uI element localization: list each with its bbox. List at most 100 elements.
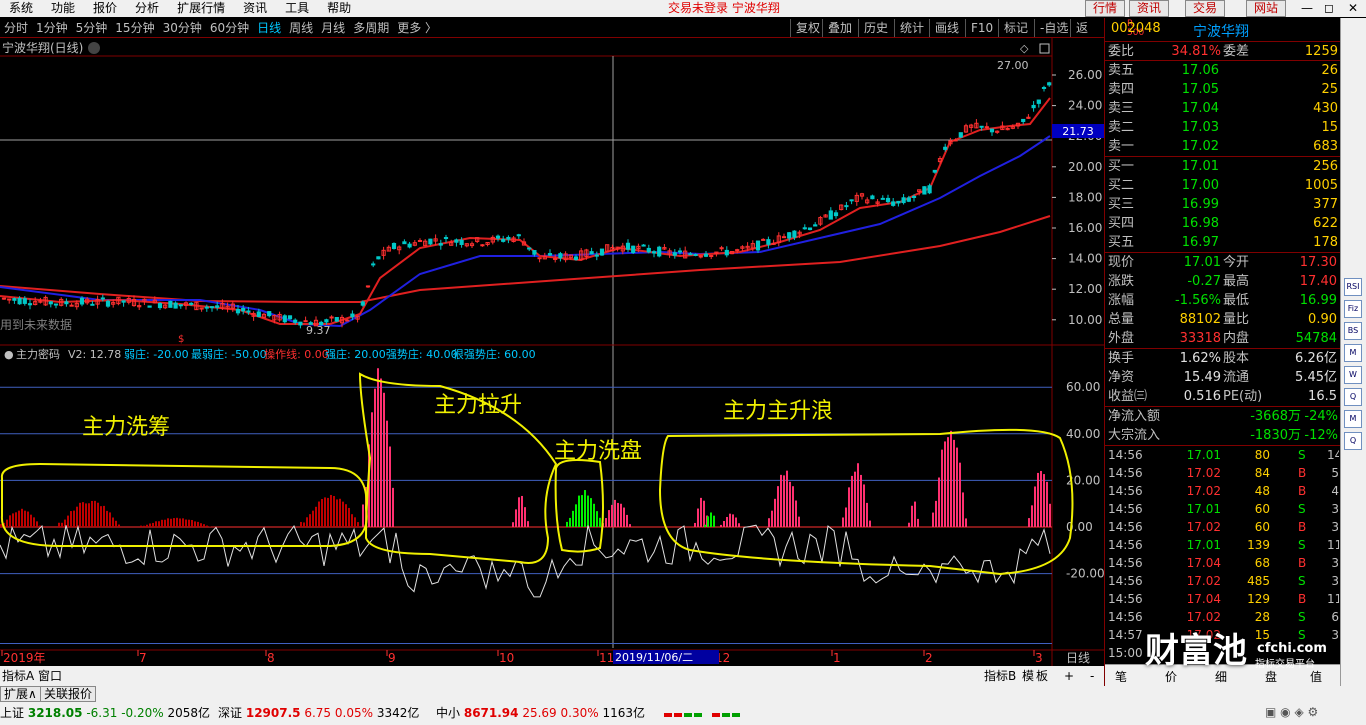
zoom-out-button[interactable]: -	[1090, 669, 1094, 683]
period-tab[interactable]: 更多 〉	[393, 18, 441, 38]
indicator-bar	[36, 521, 38, 527]
indicator-bar	[386, 420, 388, 527]
period-tab[interactable]: 60分钟	[206, 18, 253, 38]
maximize-icon[interactable]: ◻	[1318, 0, 1340, 17]
template-tab[interactable]: 模	[1022, 669, 1034, 683]
tool-button[interactable]: -自选	[1034, 19, 1073, 37]
candle-body	[267, 311, 272, 317]
indicator-name: 主力密码	[16, 347, 60, 361]
indicator-bar	[713, 515, 715, 527]
indicator-bar	[866, 502, 868, 527]
info-button[interactable]: 资讯	[1129, 0, 1169, 17]
side-tab[interactable]: RSI	[1344, 278, 1362, 296]
index-quote[interactable]: 中小 8671.94 25.69 0.30% 1163亿	[436, 706, 645, 720]
candle-body	[209, 306, 215, 309]
quote-stat-row: 现价 17.01 今开 17.30	[1108, 255, 1337, 270]
expand-tab[interactable]: 扩展∧	[0, 686, 41, 702]
candle-body	[22, 298, 27, 304]
period-tab[interactable]: 月线	[317, 18, 349, 38]
period-tab[interactable]: 分时	[0, 18, 32, 38]
menu-item[interactable]: 帮助	[318, 0, 360, 17]
tool-button[interactable]: F10	[965, 19, 998, 37]
candle-body	[906, 197, 911, 202]
index-quote[interactable]: 上证 3218.05 -6.31 -0.20% 2058亿	[0, 706, 210, 720]
tool-button[interactable]: 复权	[790, 19, 825, 37]
period-tab[interactable]: 30分钟	[159, 18, 206, 38]
candle-body	[1021, 118, 1026, 123]
indicator-tab-a[interactable]: 指标A	[2, 668, 35, 683]
menu-item[interactable]: 功能	[42, 0, 84, 17]
candle-body	[558, 253, 563, 259]
period-tab[interactable]: 多周期	[349, 18, 393, 38]
indicator-bar	[306, 517, 308, 527]
side-tab[interactable]: Q	[1344, 388, 1362, 406]
template-tab-2[interactable]: 板	[1036, 669, 1048, 683]
side-tab[interactable]: Fiz	[1344, 300, 1362, 318]
candle-body	[677, 250, 683, 253]
indicator-bar	[584, 490, 586, 527]
low-price-label: 9.37	[306, 324, 331, 337]
zoom-in-button[interactable]: +	[1064, 669, 1074, 683]
tick-tab[interactable]: 笔	[1115, 668, 1127, 685]
chart-settings-icon[interactable]	[88, 42, 100, 54]
index-quote[interactable]: 深证 12907.5 6.75 0.05% 3342亿	[218, 706, 419, 720]
tool-button[interactable]: 返回	[1070, 19, 1104, 53]
quote-button[interactable]: 行情	[1085, 0, 1125, 17]
indicator-tab-b[interactable]: 指标B	[984, 668, 1016, 683]
period-tab[interactable]: 15分钟	[111, 18, 158, 38]
indicator-bar	[76, 506, 78, 527]
related-quote-tab[interactable]: 关联报价	[40, 686, 97, 702]
minimize-icon[interactable]: —	[1296, 0, 1318, 17]
tool-button[interactable]: 统计	[894, 19, 929, 37]
side-tab[interactable]: M	[1344, 410, 1362, 428]
tick-tab[interactable]: 值	[1310, 668, 1322, 685]
candle-body	[828, 210, 833, 220]
window-tab[interactable]: 窗口	[38, 669, 62, 683]
menu-item[interactable]: 系统	[0, 0, 42, 17]
tick-tab[interactable]: 盘	[1265, 668, 1277, 685]
period-tab-active[interactable]: 日线	[253, 18, 285, 38]
candle-body	[215, 305, 220, 308]
menu-item[interactable]: 报价	[84, 0, 126, 17]
indicator-bar	[962, 492, 964, 527]
sell-level-row: 卖一 17.02 683	[1108, 139, 1338, 154]
kline-chart[interactable]: 宁波华翔(日线) 用到未来数据 26.0024.0022.0020.0018.0…	[0, 38, 1104, 686]
side-tab[interactable]: W	[1344, 366, 1362, 384]
indicator-bar	[88, 503, 90, 527]
period-tab[interactable]: 5分钟	[72, 18, 112, 38]
indicator-bar	[21, 508, 23, 527]
indicator-bar	[321, 499, 323, 527]
menu-item[interactable]: 分析	[126, 0, 168, 17]
fund-flow-row: 净流入额 -3668万 -24%	[1108, 409, 1338, 424]
candle-body	[1031, 104, 1036, 109]
candle-body	[438, 243, 443, 246]
candle-body	[345, 319, 350, 322]
indicator-bar	[703, 500, 705, 527]
trade-button[interactable]: 交易	[1185, 0, 1225, 17]
menu-item[interactable]: 资讯	[234, 0, 276, 17]
tool-button[interactable]: 标记	[998, 19, 1033, 37]
website-button[interactable]: 网站	[1246, 0, 1286, 17]
candle-body	[870, 195, 875, 200]
candle-body	[709, 255, 714, 258]
stock-name: 宁波华翔	[1193, 24, 1249, 40]
period-tab[interactable]: 周线	[285, 18, 317, 38]
side-tab[interactable]: Q	[1344, 432, 1362, 450]
indicator-bar	[848, 487, 850, 527]
candle-body	[735, 249, 740, 252]
period-tab[interactable]: 1分钟	[32, 18, 72, 38]
indicator-bar	[170, 518, 172, 527]
indicator-bar	[300, 521, 302, 527]
side-tab[interactable]: M	[1344, 344, 1362, 362]
tool-button[interactable]: 画线	[929, 19, 964, 37]
svg-text:◇: ◇	[1020, 42, 1029, 55]
candle-body	[625, 242, 631, 250]
candle-body	[79, 297, 85, 305]
tool-button[interactable]: 叠加	[822, 19, 857, 37]
menu-item[interactable]: 工具	[276, 0, 318, 17]
close-icon[interactable]: ✕	[1342, 0, 1364, 17]
indicator-param: 操作线: 0.00	[264, 347, 329, 361]
tool-button[interactable]: 历史	[858, 19, 893, 37]
side-tab[interactable]: BS	[1344, 322, 1362, 340]
menu-item[interactable]: 扩展行情	[168, 0, 234, 17]
